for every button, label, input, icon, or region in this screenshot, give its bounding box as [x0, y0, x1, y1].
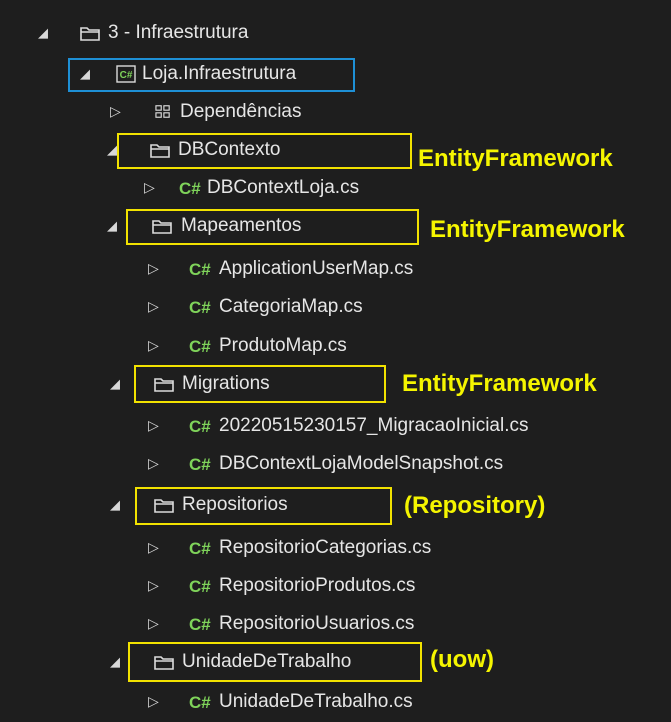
- tree-node-label: CategoriaMap.cs: [219, 296, 363, 317]
- csharp-file-icon: C#: [189, 298, 211, 317]
- triangle-expanded-icon[interactable]: ◢: [110, 654, 120, 670]
- tree-node-label: ProdutoMap.cs: [219, 335, 347, 356]
- tree-node-file[interactable]: ▷ C# ProdutoMap.cs: [0, 328, 671, 366]
- tree-node-unidade-folder[interactable]: ◢ UnidadeDeTrabalho: [0, 644, 671, 682]
- tree-node-label: UnidadeDeTrabalho: [182, 651, 352, 672]
- folder-icon: [154, 656, 174, 670]
- tree-node-file[interactable]: ▷ C# 20220515230157_MigracaoInicial.cs: [0, 408, 671, 446]
- annotation-uow: (uow): [430, 646, 494, 673]
- tree-node-repositorios-folder[interactable]: ◢ Repositorios: [0, 487, 671, 525]
- tree-node-label: DBContexto: [178, 139, 281, 160]
- tree-node-file[interactable]: ▷ C# RepositorioProdutos.cs: [0, 568, 671, 606]
- triangle-collapsed-icon[interactable]: ▷: [110, 103, 121, 120]
- tree-node-file[interactable]: ▷ C# UnidadeDeTrabalho.cs: [0, 684, 671, 722]
- folder-icon: [152, 220, 172, 234]
- csharp-file-icon: C#: [189, 337, 211, 356]
- triangle-collapsed-icon[interactable]: ▷: [144, 179, 155, 196]
- csharp-file-icon: C#: [189, 693, 211, 712]
- csharp-file-icon: C#: [189, 417, 211, 436]
- svg-text:C#: C#: [120, 70, 133, 81]
- csharp-file-icon: C#: [189, 539, 211, 558]
- tree-node-dependencies[interactable]: ▷ Dependências: [0, 94, 671, 132]
- solution-explorer: { "tree": { "infra_folder": "3 - Infraes…: [0, 0, 671, 722]
- tree-node-file[interactable]: ▷ C# DBContextLoja.cs: [0, 170, 671, 208]
- tree-node-file[interactable]: ▷ C# RepositorioCategorias.cs: [0, 530, 671, 568]
- triangle-collapsed-icon[interactable]: ▷: [148, 455, 159, 472]
- triangle-collapsed-icon[interactable]: ▷: [148, 298, 159, 315]
- tree-node-label: 20220515230157_MigracaoInicial.cs: [219, 415, 529, 436]
- tree-node-label: Repositorios: [182, 494, 288, 515]
- tree-node-label: Mapeamentos: [181, 215, 302, 236]
- triangle-collapsed-icon[interactable]: ▷: [148, 260, 159, 277]
- triangle-expanded-icon[interactable]: ◢: [80, 66, 90, 82]
- tree-node-project[interactable]: ◢ C# Loja.Infraestrutura: [0, 56, 671, 94]
- csharp-file-icon: C#: [189, 577, 211, 596]
- triangle-expanded-icon[interactable]: ◢: [38, 25, 48, 41]
- tree-node-label: Migrations: [182, 373, 270, 394]
- tree-node-label: ApplicationUserMap.cs: [219, 258, 414, 279]
- tree-node-label: RepositorioProdutos.cs: [219, 575, 416, 596]
- folder-icon: [80, 27, 100, 41]
- tree-node-label: DBContextLoja.cs: [207, 177, 360, 198]
- triangle-expanded-icon[interactable]: ◢: [110, 376, 120, 392]
- tree-node-infraestrutura-folder[interactable]: ◢ 3 - Infraestrutura: [0, 15, 671, 53]
- dependencies-icon: [155, 105, 170, 118]
- tree-node-label: RepositorioUsuarios.cs: [219, 613, 415, 634]
- tree-node-label: Loja.Infraestrutura: [142, 63, 297, 84]
- tree-node-file[interactable]: ▷ C# DBContextLojaModelSnapshot.cs: [0, 446, 671, 484]
- triangle-expanded-icon[interactable]: ◢: [107, 142, 117, 158]
- csharp-file-icon: C#: [189, 260, 211, 279]
- triangle-collapsed-icon[interactable]: ▷: [148, 337, 159, 354]
- folder-icon: [154, 499, 174, 513]
- csharp-file-icon: C#: [189, 455, 211, 474]
- tree-node-file[interactable]: ▷ C# CategoriaMap.cs: [0, 289, 671, 327]
- folder-icon: [154, 378, 174, 392]
- triangle-collapsed-icon[interactable]: ▷: [148, 539, 159, 556]
- tree-node-label: Dependências: [180, 101, 302, 122]
- tree-node-file[interactable]: ▷ C# RepositorioUsuarios.cs: [0, 606, 671, 644]
- tree-node-label: DBContextLojaModelSnapshot.cs: [219, 453, 504, 474]
- triangle-collapsed-icon[interactable]: ▷: [148, 693, 159, 710]
- annotation-entityframework: EntityFramework: [402, 370, 597, 397]
- triangle-expanded-icon[interactable]: ◢: [110, 497, 120, 513]
- triangle-collapsed-icon[interactable]: ▷: [148, 577, 159, 594]
- triangle-collapsed-icon[interactable]: ▷: [148, 417, 159, 434]
- folder-icon: [150, 144, 170, 158]
- tree-node-file[interactable]: ▷ C# ApplicationUserMap.cs: [0, 251, 671, 289]
- annotation-entityframework: EntityFramework: [418, 145, 613, 172]
- triangle-collapsed-icon[interactable]: ▷: [148, 615, 159, 632]
- triangle-expanded-icon[interactable]: ◢: [107, 218, 117, 234]
- csharp-file-icon: C#: [189, 615, 211, 634]
- tree-node-label: UnidadeDeTrabalho.cs: [219, 691, 413, 712]
- annotation-entityframework: EntityFramework: [430, 216, 625, 243]
- tree-node-label: 3 - Infraestrutura: [108, 22, 249, 43]
- tree-node-label: RepositorioCategorias.cs: [219, 537, 432, 558]
- csharp-file-icon: C#: [179, 179, 201, 198]
- annotation-repository: (Repository): [404, 492, 546, 519]
- csharp-project-icon: C#: [116, 65, 136, 83]
